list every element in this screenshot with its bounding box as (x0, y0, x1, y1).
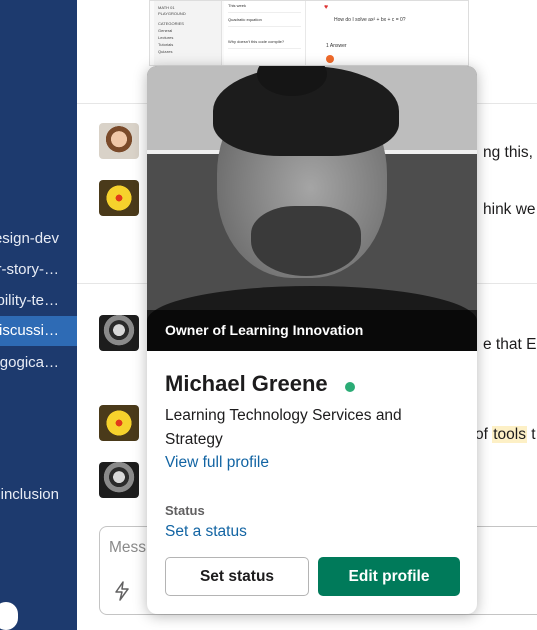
sidebar-item-label: ed-discussi… (0, 322, 59, 339)
attachment-thread: ♥ How do I solve ax² + bx + c = 0? 1 Ans… (306, 1, 468, 65)
sidebar-item-label: accessibility-te… (0, 292, 59, 309)
sidebar-item-inclusion[interactable]: inclusion (0, 480, 77, 510)
sidebar-item-discussion[interactable]: ed-discussi… (0, 316, 77, 346)
attachment-text: Quizzes (158, 49, 173, 54)
search-highlight: tools (492, 426, 527, 443)
avatar[interactable] (99, 405, 139, 441)
sidebar-item-design-dev[interactable]: design-dev (0, 224, 77, 254)
message-text-part: of (475, 426, 493, 443)
attachment-text: How do I solve ax² + bx + c = 0? (334, 17, 406, 23)
sidebar-item-accessibility[interactable]: accessibility-te… (0, 286, 77, 316)
photo-beard (251, 206, 361, 276)
profile-caption: Owner of Learning Innovation (147, 310, 477, 351)
sidebar-item-label: inclusion (0, 486, 59, 503)
view-full-profile-link[interactable]: View full profile (165, 454, 269, 472)
sidebar-item-label: pedagogica… (0, 354, 59, 371)
app-window: design-dev user-story-… accessibility-te… (0, 0, 537, 630)
sidebar-item-label: user-story-… (0, 261, 59, 278)
sidebar-item-pedagogical[interactable]: pedagogica… (0, 348, 77, 378)
composer-placeholder: Mess (109, 539, 147, 556)
status-label: Status (165, 503, 205, 518)
edit-profile-button[interactable]: Edit profile (318, 557, 460, 596)
presence-indicator (345, 382, 355, 392)
avatar[interactable] (99, 462, 139, 498)
message-text: of tools t (475, 426, 536, 444)
set-status-link[interactable]: Set a status (165, 523, 247, 541)
profile-title: Learning Technology Services and Strateg… (165, 407, 402, 448)
attachment-list: This week Quadratic equation Why doesn't… (224, 1, 306, 65)
message-text: e that Ed (483, 336, 537, 353)
attachment-text: CATEGORIES (158, 21, 184, 26)
attachment-text: Why doesn't this code compile? (228, 39, 301, 49)
avatar[interactable] (99, 315, 139, 351)
attachment-text: PLAYGROUND (158, 11, 186, 16)
sidebar-item-label: design-dev (0, 230, 59, 247)
attachment-sidebar: MATH 01 PLAYGROUND CATEGORIES General Le… (154, 1, 222, 65)
message-text-part: t (526, 426, 536, 443)
profile-name: Michael Greene (165, 371, 328, 396)
shortcuts-icon[interactable] (114, 581, 130, 601)
avatar[interactable] (99, 123, 139, 159)
profile-photo: Owner of Learning Innovation (147, 66, 477, 351)
heart-icon: ♥ (324, 4, 329, 11)
attachment-text: 1 Answer (326, 43, 347, 49)
avatar[interactable] (99, 180, 139, 216)
sidebar-item-user-story[interactable]: user-story-… (0, 255, 77, 285)
attachment-text: Lectures (158, 35, 174, 40)
set-status-button[interactable]: Set status (165, 557, 309, 596)
profile-card: Owner of Learning Innovation Michael Gre… (147, 66, 477, 614)
channel-sidebar: design-dev user-story-… accessibility-te… (0, 0, 77, 630)
avatar (326, 55, 334, 63)
message-text: hink we c (483, 201, 537, 218)
screenshot-attachment[interactable]: MATH 01 PLAYGROUND CATEGORIES General Le… (149, 0, 469, 66)
attachment-text: This week (228, 3, 301, 13)
user-menu-button[interactable] (0, 602, 18, 630)
message-text: ng this, b (483, 144, 537, 161)
attachment-text: Tutorials (158, 42, 174, 47)
attachment-text: MATH 01 (158, 5, 175, 10)
attachment-text: Quadratic equation (228, 17, 301, 27)
attachment-text: General (158, 28, 173, 33)
